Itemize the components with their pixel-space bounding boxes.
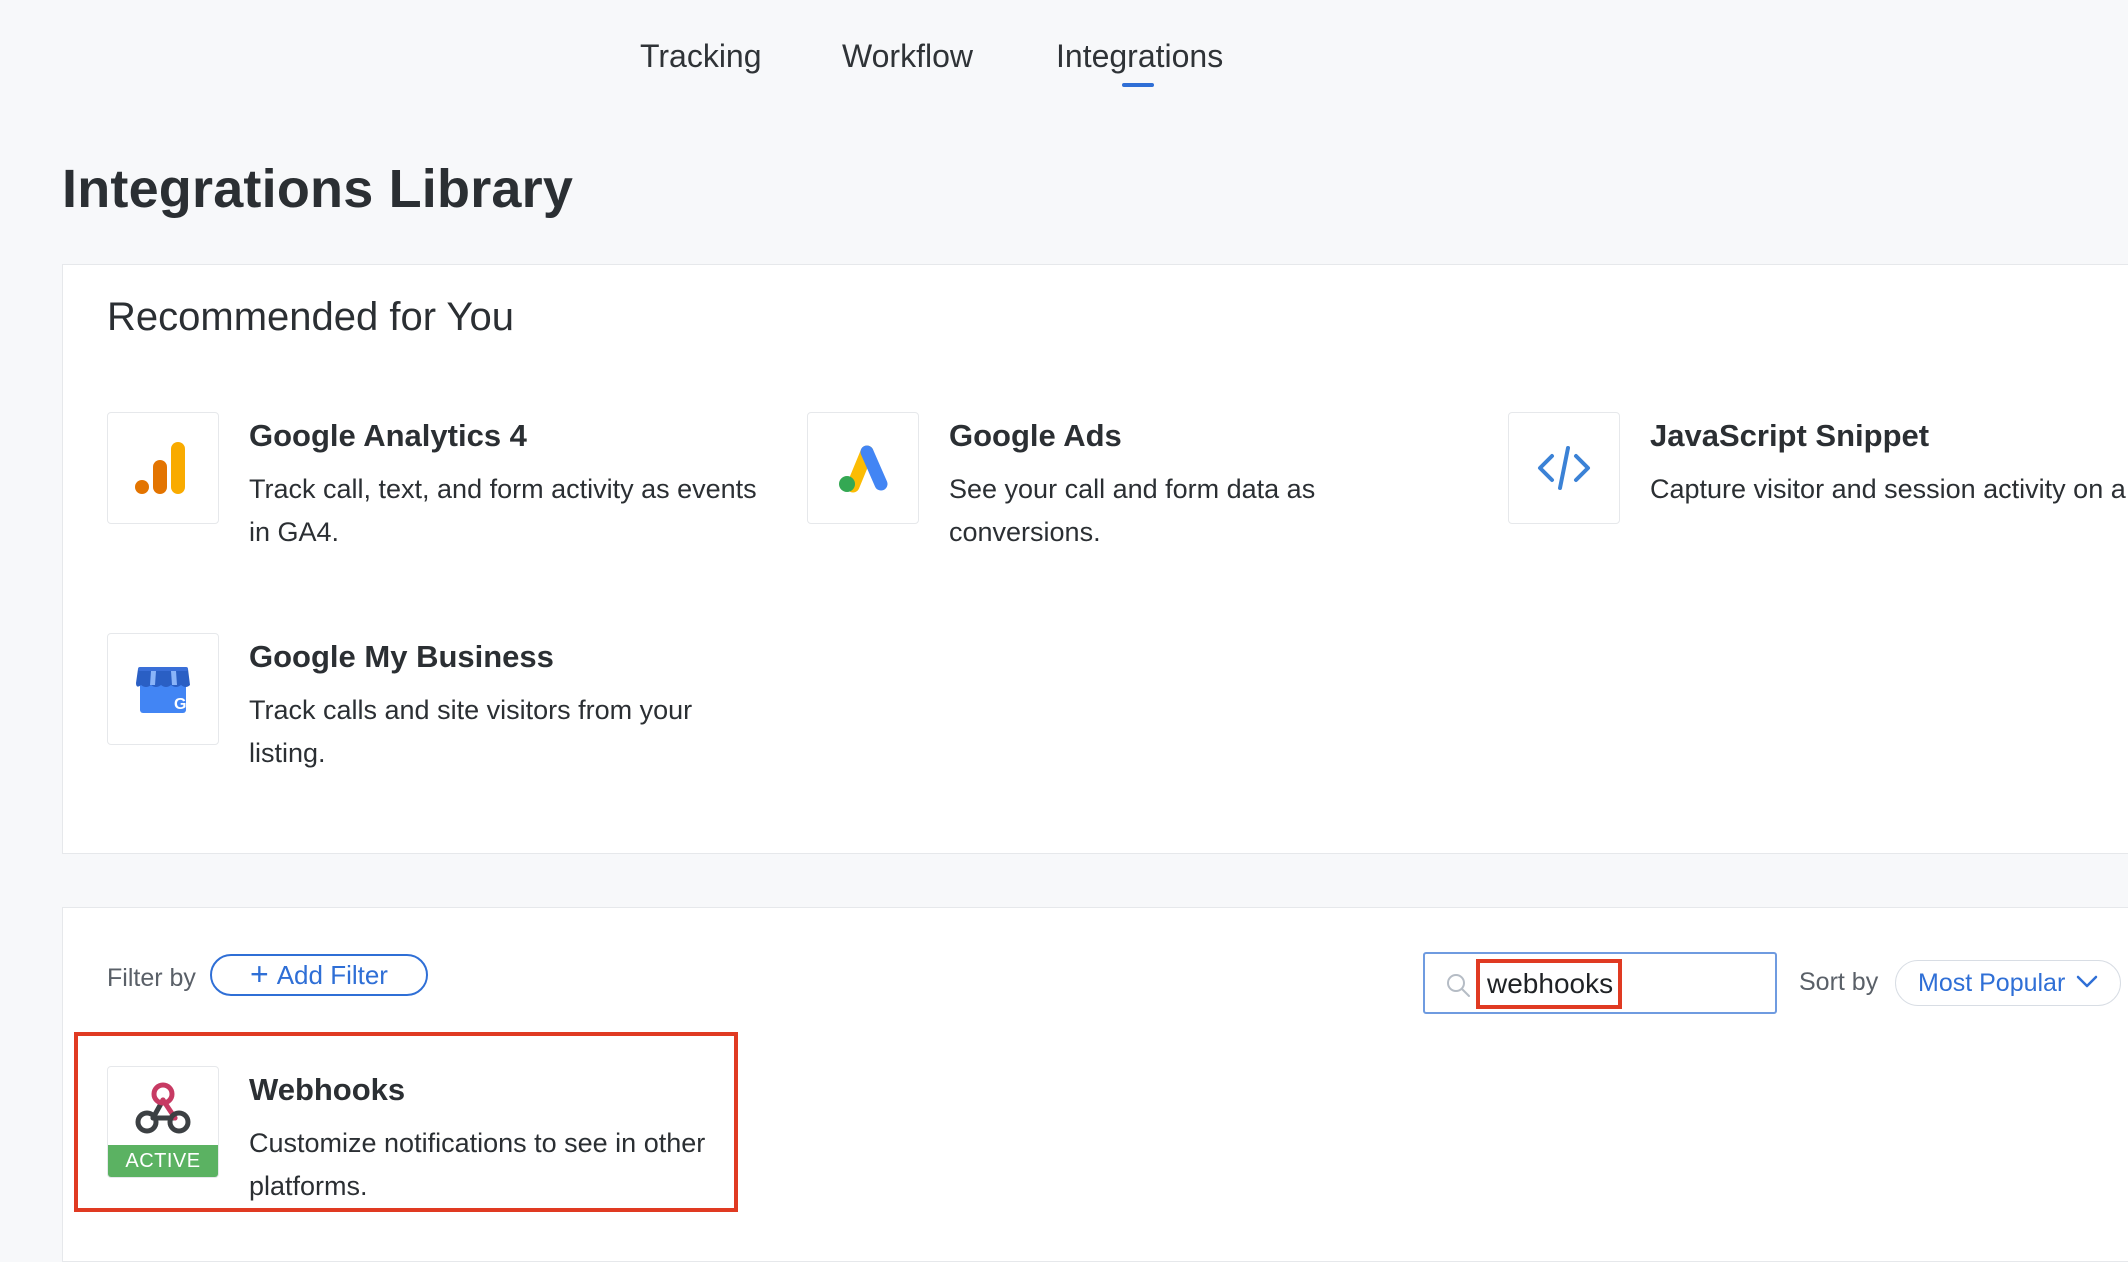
recommended-title: Recommended for You xyxy=(107,295,514,339)
integration-card-google-ads[interactable]: Google Ads See your call and form data a… xyxy=(807,412,1467,582)
add-filter-label: Add Filter xyxy=(276,959,388,990)
integration-description: Track calls and site visitors from your … xyxy=(249,695,693,768)
sort-value: Most Popular xyxy=(1918,968,2066,997)
code-icon xyxy=(1508,412,1620,524)
tab-workflow[interactable]: Workflow xyxy=(842,38,973,75)
svg-text:G: G xyxy=(174,696,186,713)
integration-card-google-analytics-4[interactable]: Google Analytics 4 Track call, text, and… xyxy=(107,412,767,582)
google-my-business-icon: G xyxy=(107,633,219,745)
integration-card-javascript-snippet[interactable]: JavaScript Snippet Capture visitor and s… xyxy=(1508,412,2128,582)
search-field[interactable] xyxy=(1423,952,1777,1014)
search-input[interactable] xyxy=(1481,962,1767,1006)
filter-label: Filter by xyxy=(107,964,196,992)
library-panel: Filter by + Add Filter Sort by Most Popu… xyxy=(62,907,2128,1262)
chevron-down-icon xyxy=(2076,975,2098,988)
plus-icon: + xyxy=(250,955,269,992)
top-nav: Tracking Workflow Integrations xyxy=(0,0,2128,100)
integration-card-webhooks[interactable]: ACTIVE Webhooks Customize notifications … xyxy=(107,1066,767,1236)
integration-name: JavaScript Snippet xyxy=(1650,418,1930,453)
integration-name: Google Analytics 4 xyxy=(249,418,527,453)
sort-dropdown[interactable]: Most Popular xyxy=(1895,960,2121,1006)
page-title: Integrations Library xyxy=(62,159,574,219)
recommended-panel: Recommended for You Google Analytics 4 T… xyxy=(62,264,2128,854)
integration-card-google-my-business[interactable]: G Google My Business Track calls and sit… xyxy=(107,633,767,803)
google-ads-icon xyxy=(807,412,919,524)
tab-tracking[interactable]: Tracking xyxy=(640,38,762,75)
tab-integrations[interactable]: Integrations xyxy=(1056,38,1223,75)
google-analytics-icon xyxy=(107,412,219,524)
active-badge: ACTIVE xyxy=(108,1145,218,1177)
integration-name: Google Ads xyxy=(949,418,1122,453)
add-filter-button[interactable]: + Add Filter xyxy=(210,954,428,996)
integration-description: Track call, text, and form activity as e… xyxy=(249,474,757,547)
integration-description: Customize notifications to see in other … xyxy=(249,1128,706,1201)
integration-name: Google My Business xyxy=(249,639,554,674)
active-tab-indicator xyxy=(1122,83,1154,87)
search-icon xyxy=(1447,974,1470,997)
sort-label: Sort by xyxy=(1799,968,1879,996)
integration-description: See your call and form data as conversio… xyxy=(949,474,1316,547)
integration-description: Capture visitor and session activity on … xyxy=(1650,474,2128,504)
integration-name: Webhooks xyxy=(249,1072,406,1107)
webhook-icon: ACTIVE xyxy=(107,1066,219,1178)
